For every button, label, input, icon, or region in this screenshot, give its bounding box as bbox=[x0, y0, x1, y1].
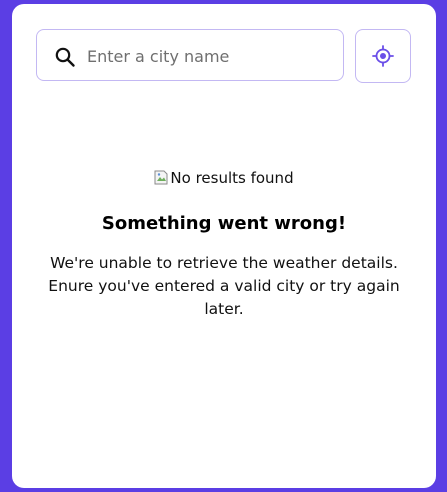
no-results-image-alt-text: No results found bbox=[170, 169, 294, 187]
search-row bbox=[36, 29, 411, 83]
current-location-button[interactable] bbox=[355, 29, 411, 83]
location-crosshair-icon bbox=[372, 45, 394, 67]
error-message: We're unable to retrieve the weather det… bbox=[48, 254, 400, 318]
broken-image-icon bbox=[154, 170, 168, 185]
city-search-input[interactable] bbox=[87, 41, 327, 71]
error-title: Something went wrong! bbox=[101, 213, 347, 234]
search-icon bbox=[54, 46, 76, 68]
weather-card: No results found Something went wrong! W… bbox=[12, 4, 436, 488]
search-box[interactable] bbox=[36, 29, 344, 81]
no-results-image: No results found bbox=[12, 169, 436, 187]
